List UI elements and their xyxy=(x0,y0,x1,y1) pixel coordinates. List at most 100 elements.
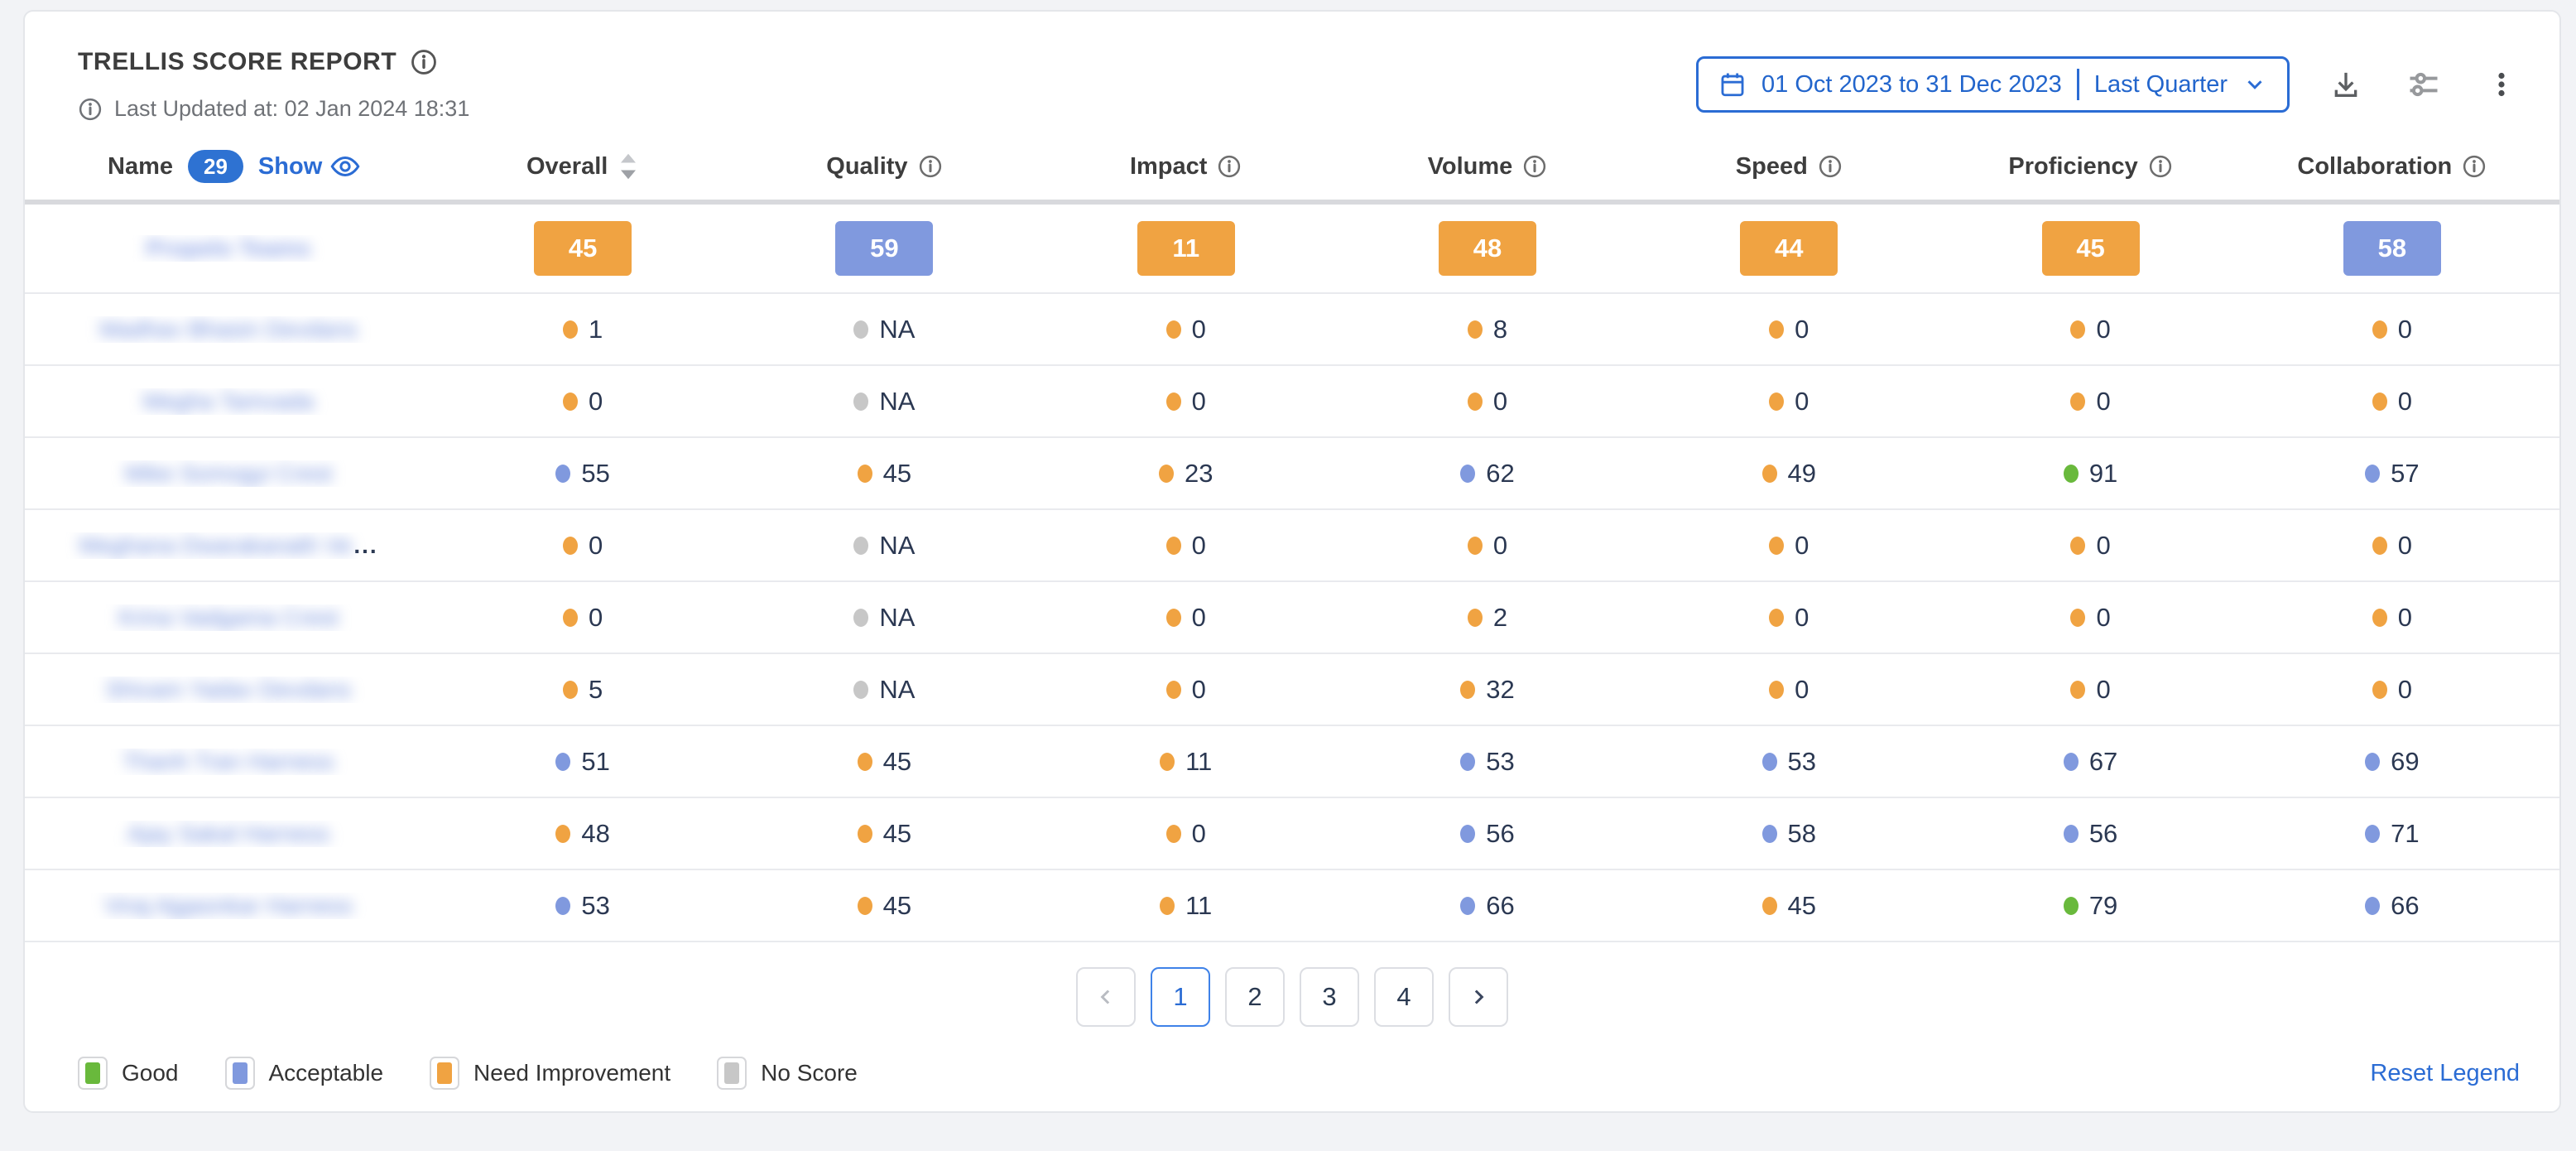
info-icon[interactable] xyxy=(2148,154,2173,179)
score-cell: NA xyxy=(733,603,1035,633)
score-dot xyxy=(563,681,578,699)
score-cell: 48 xyxy=(432,819,733,849)
score-cell: 0 xyxy=(432,387,733,417)
score-cell: 0 xyxy=(2242,531,2543,561)
score-cell: 55 xyxy=(432,459,733,489)
pagination-prev-button[interactable] xyxy=(1076,967,1136,1027)
card-header: TRELLIS SCORE REPORT Last Updated at: 02… xyxy=(25,12,2559,128)
score-value: NA xyxy=(879,531,915,561)
column-header-collaboration[interactable]: Collaboration xyxy=(2242,153,2543,181)
table-row: Shivam Yadav Devdans5NA032000 xyxy=(25,654,2559,726)
pagination-next-button[interactable] xyxy=(1449,967,1508,1027)
date-range-picker[interactable]: 01 Oct 2023 to 31 Dec 2023 Last Quarter xyxy=(1696,56,2290,113)
score-cell: NA xyxy=(733,315,1035,344)
score-value: 56 xyxy=(1486,819,1514,849)
score-cell: 0 xyxy=(1939,531,2241,561)
name-cell[interactable]: Propelo Teams xyxy=(25,235,432,262)
info-icon[interactable] xyxy=(2462,154,2487,179)
score-dot xyxy=(1468,320,1483,339)
name-cell[interactable]: Krina Vadgama Crest xyxy=(25,604,432,631)
score-cell: 2 xyxy=(1337,603,1638,633)
score-cell: 0 xyxy=(2242,315,2543,344)
sort-icon[interactable] xyxy=(618,152,639,181)
column-header-impact[interactable]: Impact xyxy=(1036,153,1337,181)
score-value: 45 xyxy=(883,891,911,921)
score-cell: 0 xyxy=(1036,603,1337,633)
score-dot xyxy=(1468,609,1483,627)
column-header-proficiency[interactable]: Proficiency xyxy=(1939,153,2241,181)
info-icon[interactable] xyxy=(1217,154,1242,179)
score-value: 0 xyxy=(1192,531,1206,561)
pagination-page-3[interactable]: 3 xyxy=(1300,967,1359,1027)
score-dot xyxy=(858,753,872,771)
score-value: 0 xyxy=(2096,675,2110,705)
name-cell[interactable]: Thanh Tran Harness xyxy=(25,749,432,775)
score-dot xyxy=(2365,897,2380,915)
page-title: TRELLIS SCORE REPORT xyxy=(78,48,396,76)
name-cell[interactable]: Viraj Ajgaonkar Harness xyxy=(25,893,432,919)
score-value: 0 xyxy=(1192,603,1206,633)
pagination-page-4[interactable]: 4 xyxy=(1374,967,1434,1027)
info-icon[interactable] xyxy=(1818,154,1843,179)
score-dot xyxy=(2365,753,2380,771)
info-icon[interactable] xyxy=(918,154,943,179)
last-updated-info-icon[interactable] xyxy=(78,97,103,122)
score-cell: 8 xyxy=(1337,315,1638,344)
score-cell: 56 xyxy=(1939,819,2241,849)
score-value: 0 xyxy=(1795,531,1809,561)
legend-item-need-improvement[interactable]: Need Improvement xyxy=(430,1057,670,1090)
score-cell: 23 xyxy=(1036,459,1337,489)
score-dot xyxy=(1769,392,1784,411)
score-dot xyxy=(853,681,868,699)
score-cell: 11 xyxy=(1036,747,1337,777)
score-dot xyxy=(563,537,578,555)
legend-item-no-score[interactable]: No Score xyxy=(717,1057,858,1090)
score-value: 0 xyxy=(1192,387,1206,417)
table-row: Meghana Dwarakanath Ve...0NA00000 xyxy=(25,510,2559,582)
score-badge: 45 xyxy=(2042,221,2140,276)
pagination-page-2[interactable]: 2 xyxy=(1225,967,1285,1027)
legend-item-acceptable[interactable]: Acceptable xyxy=(225,1057,384,1090)
score-dot xyxy=(1769,537,1784,555)
name-cell[interactable]: Madhav Bhasin Devdans xyxy=(25,316,432,343)
show-names-toggle[interactable]: Show xyxy=(258,152,360,181)
name-cell[interactable]: Megha Tamvada xyxy=(25,388,432,415)
reset-legend-link[interactable]: Reset Legend xyxy=(2370,1060,2520,1087)
name-column-label: Name xyxy=(108,153,173,181)
score-cell: 1 xyxy=(432,315,733,344)
title-info-icon[interactable] xyxy=(410,48,438,76)
score-cell: 51 xyxy=(432,747,733,777)
score-dot xyxy=(1460,465,1475,483)
name-cell[interactable]: Shivam Yadav Devdans xyxy=(25,677,432,703)
score-dot xyxy=(563,392,578,411)
score-value: 32 xyxy=(1486,675,1514,705)
score-value: 0 xyxy=(2398,603,2412,633)
name-cell[interactable]: Mike Somogyi Crest xyxy=(25,460,432,487)
name-cell[interactable]: Ajay Sakal Harness xyxy=(25,821,432,847)
download-button[interactable] xyxy=(2324,63,2367,106)
score-dot xyxy=(555,825,570,843)
score-value: 0 xyxy=(2096,387,2110,417)
score-dot xyxy=(1160,897,1175,915)
score-value: 48 xyxy=(581,819,609,849)
score-dot xyxy=(853,537,868,555)
legend-label: Acceptable xyxy=(269,1060,384,1086)
column-header-volume[interactable]: Volume xyxy=(1337,153,1638,181)
column-header-speed[interactable]: Speed xyxy=(1638,153,1939,181)
info-icon[interactable] xyxy=(1522,154,1547,179)
score-cell: 44 xyxy=(1638,221,1939,276)
kebab-menu-button[interactable] xyxy=(2480,63,2523,106)
score-dot xyxy=(2070,320,2085,339)
settings-sliders-button[interactable] xyxy=(2402,63,2445,106)
column-header-overall[interactable]: Overall xyxy=(432,152,733,181)
score-cell: 0 xyxy=(1337,531,1638,561)
member-name: Madhav Bhasin Devdans xyxy=(99,316,357,343)
pagination-page-1[interactable]: 1 xyxy=(1151,967,1210,1027)
name-cell[interactable]: Meghana Dwarakanath Ve... xyxy=(25,532,432,559)
table-row: Krina Vadgama Crest0NA02000 xyxy=(25,582,2559,654)
score-value: 55 xyxy=(581,459,609,489)
legend-item-good[interactable]: Good xyxy=(78,1057,179,1090)
column-header-quality[interactable]: Quality xyxy=(733,153,1035,181)
member-name: Krina Vadgama Crest xyxy=(118,604,339,631)
date-preset-label: Last Quarter xyxy=(2094,71,2228,99)
